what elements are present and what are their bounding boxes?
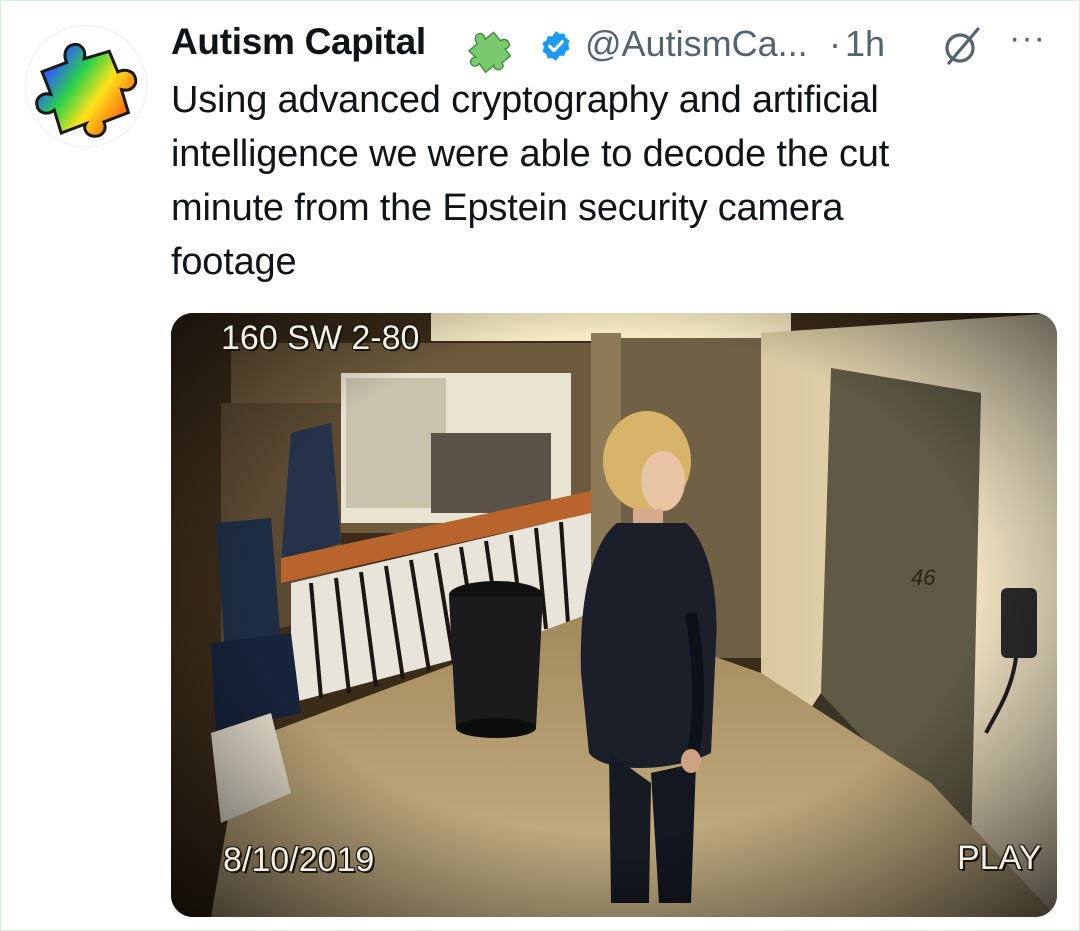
separator-dot: · (829, 23, 841, 64)
timestamp[interactable]: 1h (845, 23, 885, 65)
tweet-header: Autism Capital @AutismCa... · 1h ··· (171, 19, 1061, 74)
camera-id-label: 160 SW 2-80 (221, 319, 420, 357)
verified-check-icon (542, 31, 570, 61)
more-options-icon[interactable]: ··· (1009, 19, 1046, 58)
security-camera-still: 46 (171, 313, 1057, 917)
display-name[interactable]: Autism Capital (171, 21, 426, 63)
tweet-media-image[interactable]: 46 160 SW 2-80 8/10/2019 PLAY (171, 313, 1057, 917)
grok-slash-icon[interactable] (941, 25, 983, 67)
user-handle[interactable]: @AutismCa... (585, 23, 808, 65)
timestamp-overlay: 8/10/2019 (223, 841, 375, 879)
avatar[interactable] (25, 25, 147, 147)
rainbow-puzzle-piece-icon (35, 42, 138, 138)
tweet-text: Using advanced cryptography and artifici… (171, 79, 890, 283)
green-puzzle-piece-icon (467, 31, 512, 74)
tweet-card[interactable]: Autism Capital @AutismCa... · 1h ··· Usi… (0, 0, 1080, 931)
play-label: PLAY (957, 839, 1042, 877)
